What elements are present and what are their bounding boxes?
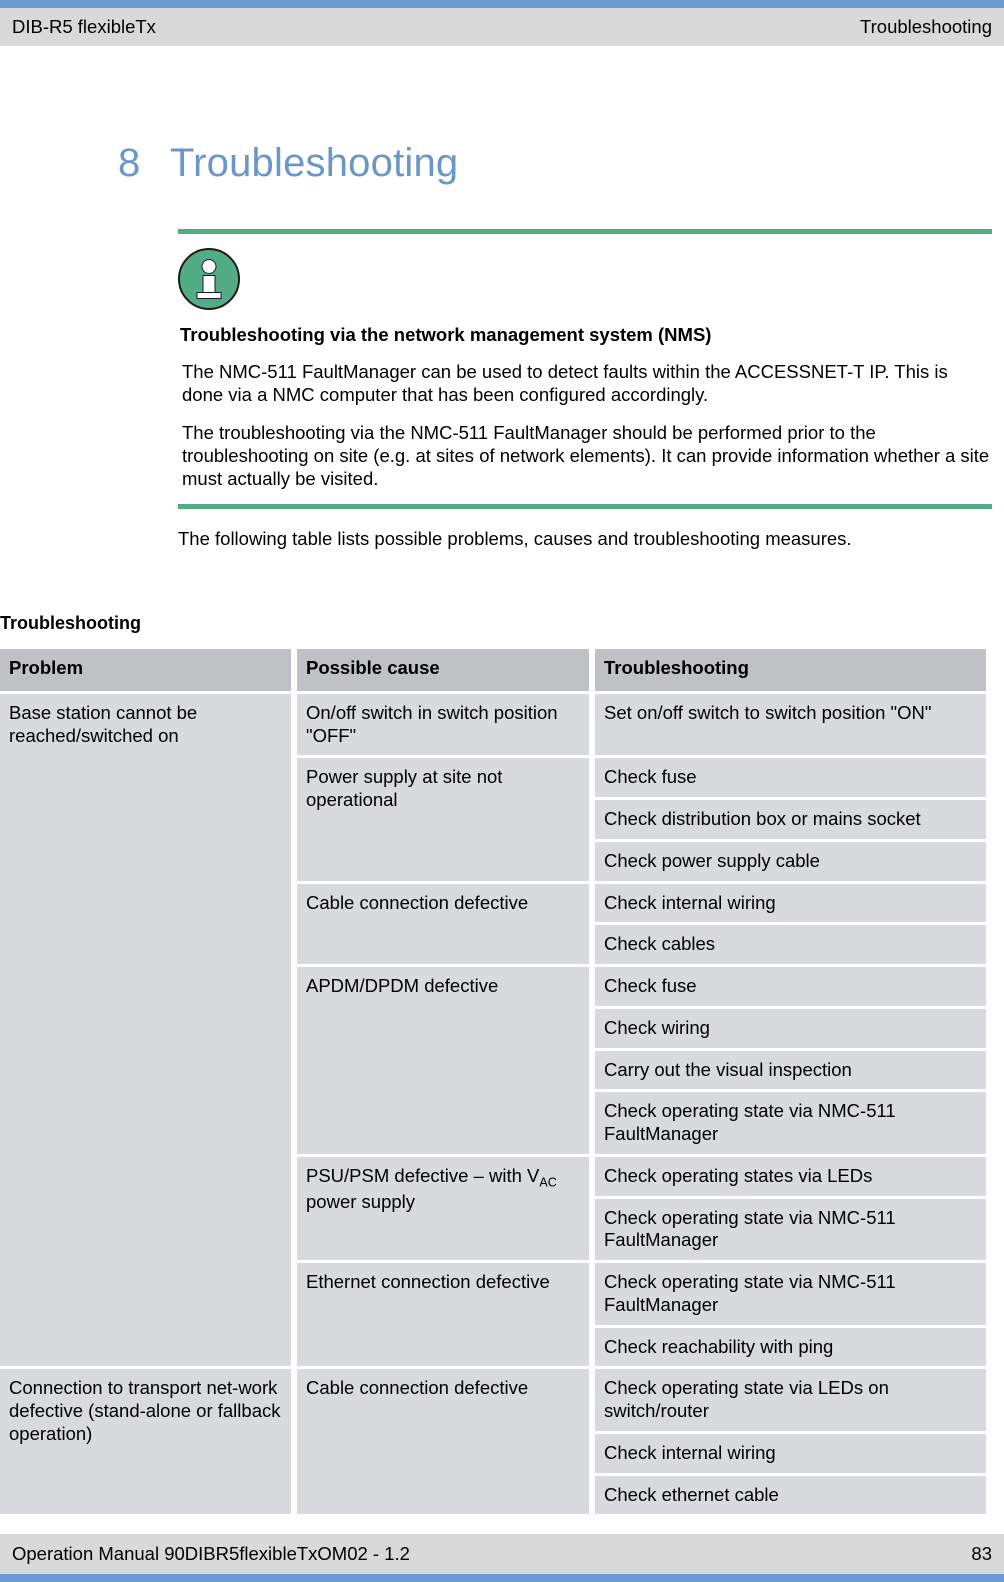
footer-page-number: 83: [971, 1542, 992, 1564]
cell-troubleshooting-measure: Check cables: [595, 925, 986, 965]
cell-possible-cause: Cable connection defective: [297, 883, 589, 965]
lead-paragraph: The following table lists possible probl…: [178, 528, 852, 550]
header-chapter-title: Troubleshooting: [860, 15, 992, 37]
info-icon: [178, 248, 240, 310]
chapter-title-text: Troubleshooting: [170, 141, 459, 185]
info-icon-dot: [201, 259, 217, 274]
cell-troubleshooting-measure: Check fuse: [595, 758, 986, 798]
subscript-text: AC: [539, 1175, 557, 1190]
chapter-number: 8: [118, 141, 141, 185]
table-row: Connection to transport net-work defecti…: [0, 1369, 986, 1515]
column-header-possible-cause: Possible cause: [297, 648, 589, 691]
running-footer: Operation Manual 90DIBR5flexibleTxOM02 -…: [0, 1534, 1004, 1574]
cell-possible-cause: APDM/DPDM defective: [297, 967, 589, 1154]
cell-troubleshooting-measure: Set on/off switch to switch position "ON…: [595, 693, 986, 756]
cell-troubleshooting-measure: Check operating state via LEDs on switch…: [595, 1369, 986, 1431]
top-accent-rule: [0, 0, 1004, 8]
cell-troubleshooting-measure: Carry out the visual inspection: [595, 1050, 986, 1090]
table-body: Base station cannot be reached/switched …: [0, 693, 986, 1515]
cell-troubleshooting-measure: Check distribution box or mains socket: [595, 800, 986, 839]
cell-possible-cause: On/off switch in switch position "OFF": [297, 693, 589, 756]
troubleshooting-table: Problem Possible cause Troubleshooting B…: [0, 646, 992, 1518]
table-caption: Troubleshooting: [0, 612, 141, 633]
cell-troubleshooting-measure: Check operating states via LEDs: [595, 1156, 986, 1196]
cell-troubleshooting-measure: Check operating state via NMC-511 FaultM…: [595, 1198, 986, 1261]
note-title: Troubleshooting via the network manageme…: [180, 324, 712, 345]
cell-problem: Base station cannot be reached/switched …: [0, 693, 291, 1367]
cell-possible-cause: Ethernet connection defective: [297, 1263, 589, 1367]
page-content: 8 Troubleshooting Troubleshooting via th…: [0, 46, 1004, 1517]
cell-problem: Connection to transport net-work defecti…: [0, 1369, 291, 1515]
cell-possible-cause: Cable connection defective: [297, 1369, 589, 1515]
column-header-troubleshooting: Troubleshooting: [595, 648, 986, 691]
table-header-row: Problem Possible cause Troubleshooting: [0, 648, 986, 691]
cell-troubleshooting-measure: Check ethernet cable: [595, 1475, 986, 1515]
cell-troubleshooting-measure: Check fuse: [595, 967, 986, 1006]
cell-possible-cause: Power supply at site not operational: [297, 758, 589, 881]
cell-possible-cause: PSU/PSM defective – with VAC power suppl…: [297, 1156, 589, 1261]
cell-troubleshooting-measure: Check operating state via NMC-511 FaultM…: [595, 1263, 986, 1325]
page-title: 8 Troubleshooting: [118, 141, 1004, 185]
cell-troubleshooting-measure: Check internal wiring: [595, 1433, 986, 1473]
info-note-box: Troubleshooting via the network manageme…: [178, 229, 992, 510]
cell-troubleshooting-measure: Check power supply cable: [595, 841, 986, 881]
table-row: Base station cannot be reached/switched …: [0, 693, 986, 1367]
bottom-accent-rule: [0, 1574, 1004, 1582]
running-header: DIB-R5 flexibleTx Troubleshooting: [0, 8, 1004, 46]
info-icon-foot: [196, 292, 222, 299]
note-paragraph: The NMC-511 FaultManager can be used to …: [182, 361, 948, 406]
cell-troubleshooting-measure: Check internal wiring: [595, 883, 986, 923]
column-header-problem: Problem: [0, 648, 291, 691]
cell-troubleshooting-measure: Check wiring: [595, 1008, 986, 1048]
footer-manual-id: Operation Manual 90DIBR5flexibleTxOM02 -…: [12, 1542, 410, 1564]
header-document-title: DIB-R5 flexibleTx: [12, 15, 156, 37]
cell-troubleshooting-measure: Check reachability with ping: [595, 1327, 986, 1367]
note-paragraph: The troubleshooting via the NMC-511 Faul…: [182, 421, 990, 490]
cell-troubleshooting-measure: Check operating state via NMC-511 FaultM…: [595, 1092, 986, 1154]
